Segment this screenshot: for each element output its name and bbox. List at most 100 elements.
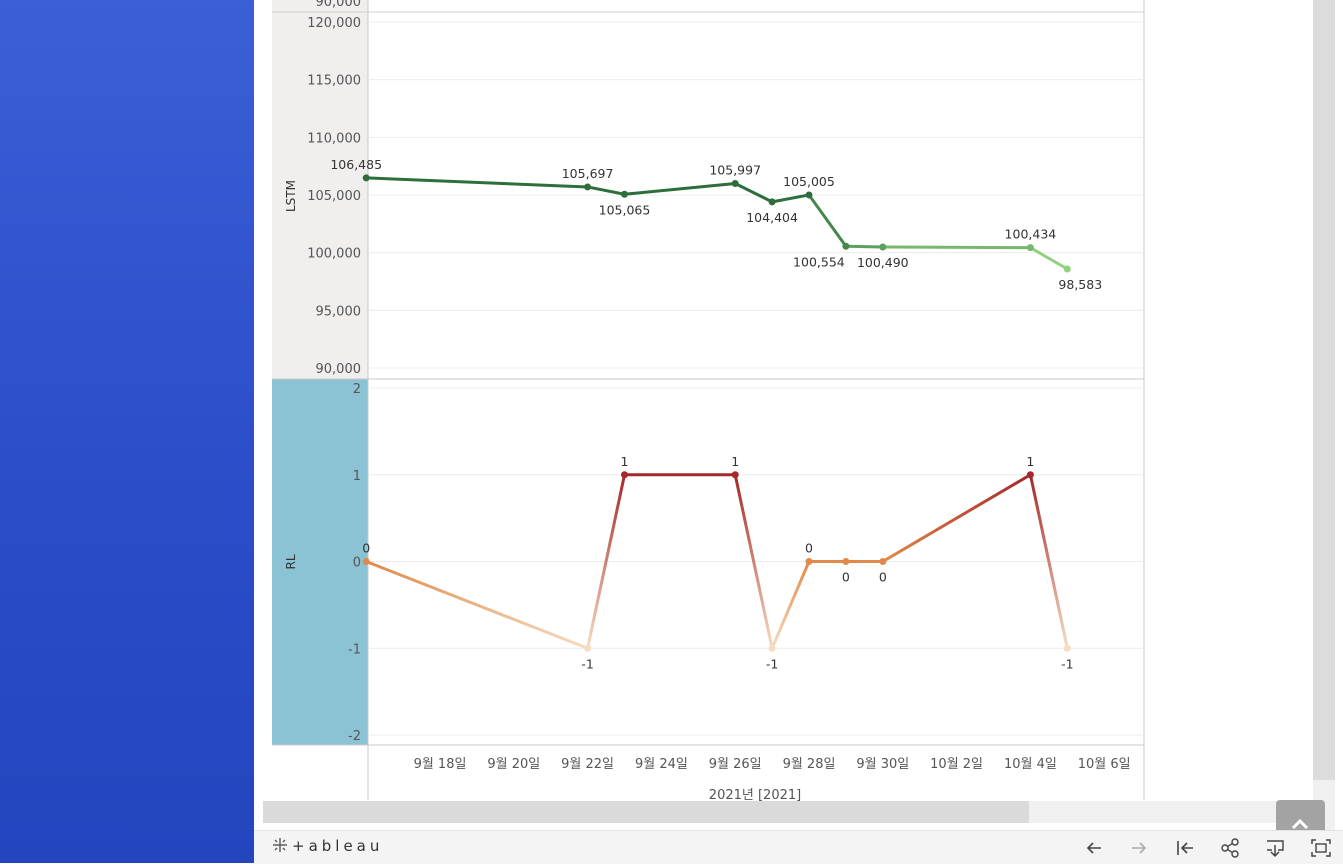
lstm-line-segment <box>733 182 774 204</box>
lstm-point[interactable] <box>362 174 370 182</box>
rl-data-label: 0 <box>879 570 887 585</box>
x-tick-label: 9월 18일 <box>414 757 467 772</box>
lstm-line-segment <box>770 193 811 204</box>
undo-icon <box>1086 842 1101 854</box>
rl-point[interactable] <box>362 558 370 565</box>
download-icon <box>1267 840 1284 858</box>
lstm-line-segment <box>844 244 885 249</box>
lstm-y-tick-label: 95,000 <box>316 304 362 319</box>
lstm-data-label: 106,485 <box>330 157 382 172</box>
lstm-axis-title: LSTM <box>284 180 298 212</box>
rl-data-label: 0 <box>362 541 370 556</box>
undo-button[interactable] <box>1082 836 1106 860</box>
rl-data-label: -1 <box>1061 656 1073 671</box>
lstm-y-tick-label: 100,000 <box>307 247 361 262</box>
x-tick-label: 10월 2일 <box>930 757 983 772</box>
lstm-point[interactable] <box>731 180 739 188</box>
revert-button[interactable] <box>1173 836 1197 860</box>
share-button[interactable] <box>1218 836 1242 860</box>
rl-line-segment <box>364 560 590 650</box>
tableau-toolbar: +ableau <box>254 830 1343 864</box>
x-tick-label: 9월 24일 <box>635 757 688 772</box>
lstm-point[interactable] <box>1026 244 1034 252</box>
rl-y-tick-label: -2 <box>348 729 361 744</box>
top-cut-tick-label: 90,000 <box>316 0 362 10</box>
rl-data-label: -1 <box>766 656 778 671</box>
lstm-series: 106,485 105,697 105,065 105,997 104,404 105,0… <box>330 157 1102 292</box>
x-tick-label: 9월 28일 <box>783 757 836 772</box>
rl-data-label: 0 <box>805 541 813 556</box>
lstm-data-label: 100,554 <box>793 254 845 269</box>
tableau-logo[interactable]: +ableau <box>272 837 383 855</box>
lstm-y-tick-label: 90,000 <box>316 362 362 377</box>
rl-series: 0 -1 1 1 -1 0 0 0 1 -1 <box>362 454 1073 672</box>
lstm-data-label: 105,697 <box>562 166 614 181</box>
chart-svg: 90,000 120,000 115,000 110,000 105,000 100,0… <box>272 0 1145 803</box>
vertical-scrollbar[interactable] <box>1313 0 1335 780</box>
lstm-line-segment <box>881 245 1032 250</box>
rl-point[interactable] <box>1026 471 1034 479</box>
rl-data-label: 0 <box>842 570 850 585</box>
lstm-point[interactable] <box>879 243 887 251</box>
fullscreen-button[interactable] <box>1309 836 1333 860</box>
x-tick-label: 9월 20일 <box>487 757 540 772</box>
rl-y-tick-label: -1 <box>348 642 361 657</box>
lstm-data-label: 105,005 <box>783 174 835 189</box>
rl-line-segment <box>770 560 811 650</box>
lstm-point[interactable] <box>1063 265 1071 273</box>
lstm-data-label: 105,065 <box>599 202 651 217</box>
rl-point[interactable] <box>584 644 592 652</box>
rl-point[interactable] <box>805 558 813 565</box>
lstm-y-tick-label: 120,000 <box>307 16 361 31</box>
x-tick-label: 10월 6일 <box>1078 757 1131 772</box>
lstm-data-label: 100,490 <box>857 255 909 270</box>
rl-data-label: -1 <box>581 656 593 671</box>
lstm-point[interactable] <box>805 191 813 199</box>
lstm-point[interactable] <box>768 198 776 206</box>
rl-y-tick-label: 0 <box>353 556 361 571</box>
revert-icon <box>1177 841 1193 855</box>
rl-point[interactable] <box>842 558 850 565</box>
rl-data-label: 1 <box>731 454 739 469</box>
lstm-y-tick-label: 110,000 <box>307 131 361 146</box>
rl-point[interactable] <box>731 471 739 479</box>
lstm-point[interactable] <box>621 190 628 198</box>
lstm-point[interactable] <box>584 183 592 191</box>
x-tick-label: 9월 22일 <box>561 757 614 772</box>
rl-point[interactable] <box>621 471 628 479</box>
redo-icon <box>1132 842 1147 854</box>
x-ticks: 9월 18일 9월 20일 9월 22일 9월 24일 9월 26일 9월 28일 9월 3… <box>414 757 1131 772</box>
lstm-line-segment <box>623 182 737 196</box>
lstm-line-segment <box>807 193 848 248</box>
x-tick-label: 10월 4일 <box>1004 757 1057 772</box>
lstm-line-segment <box>586 185 626 196</box>
lstm-line-segment <box>364 176 590 189</box>
lstm-data-label: 98,583 <box>1058 277 1102 292</box>
rl-axis-title: RL <box>284 554 298 569</box>
download-button[interactable] <box>1263 836 1287 860</box>
rl-data-label: 1 <box>1026 454 1034 469</box>
lstm-line-segment <box>1028 246 1069 271</box>
rl-gridlines <box>368 387 1144 736</box>
x-tick-label: 9월 26일 <box>709 757 762 772</box>
lstm-point[interactable] <box>842 242 850 250</box>
lstm-data-label: 105,997 <box>709 163 761 178</box>
lstm-y-tick-label: 115,000 <box>307 74 361 89</box>
rl-point[interactable] <box>1063 644 1071 652</box>
rl-y-tick-label: 1 <box>353 469 361 484</box>
rl-y-tick-label: 2 <box>353 382 361 397</box>
redo-button[interactable] <box>1127 836 1151 860</box>
rl-data-label: 1 <box>621 454 629 469</box>
lstm-data-label: 104,404 <box>746 210 798 225</box>
chart-area: 90,000 120,000 115,000 110,000 105,000 100,0… <box>254 0 1314 830</box>
rl-line-segment <box>881 473 1032 563</box>
share-icon <box>1221 838 1239 858</box>
horizontal-scrollbar-thumb[interactable] <box>263 801 1029 823</box>
tableau-logo-icon <box>273 838 287 852</box>
fullscreen-icon <box>1311 839 1331 857</box>
tableau-logo-text: +ableau <box>292 837 384 855</box>
x-tick-label: 9월 30일 <box>856 757 909 772</box>
lstm-y-tick-label: 105,000 <box>307 189 361 204</box>
rl-point[interactable] <box>768 644 776 652</box>
rl-point[interactable] <box>879 558 887 565</box>
